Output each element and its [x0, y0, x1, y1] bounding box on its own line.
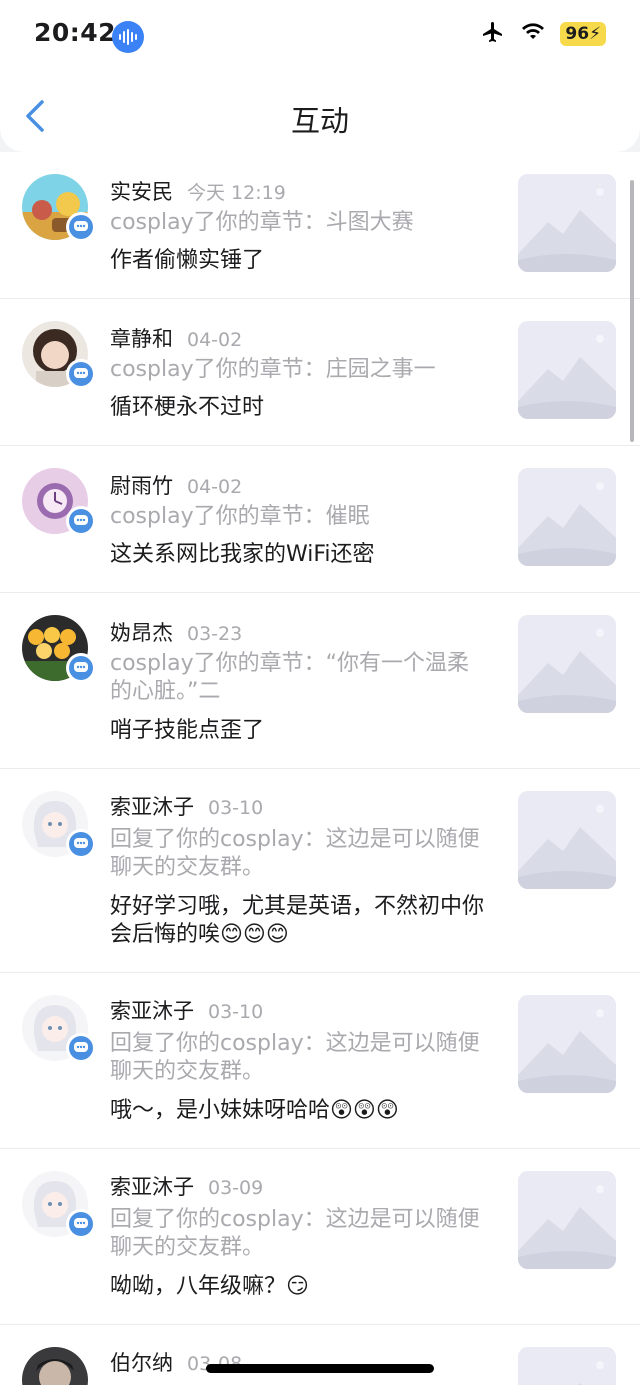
comment-text: 呦呦，八年级嘛？😏	[110, 1274, 309, 1299]
cosplay-thumbnail[interactable]	[518, 1171, 616, 1269]
timestamp: 03-10	[208, 797, 264, 819]
action-text: 回复了你的cosplay：这边是可以随便聊天的交友群。	[110, 1207, 480, 1260]
comment-badge-icon	[66, 653, 96, 683]
scrollbar[interactable]	[630, 180, 634, 442]
list-item[interactable]: 章静和 04-02 cosplay了你的章节：庄园之事一 循环梗永不过时	[0, 299, 640, 446]
comment-badge-icon	[66, 359, 96, 389]
comment-badge-icon	[66, 1209, 96, 1239]
user-name[interactable]: 妫昂杰	[110, 621, 173, 645]
action-text: cosplay了你的章节：庄园之事一	[110, 357, 436, 382]
user-name[interactable]: 伯尔纳	[110, 1351, 173, 1375]
chapter-thumbnail[interactable]	[518, 1347, 616, 1385]
cosplay-thumbnail[interactable]	[518, 791, 616, 889]
chapter-thumbnail[interactable]	[518, 321, 616, 419]
cosplay-thumbnail[interactable]	[518, 995, 616, 1093]
comment-text: 好好学习哦，尤其是英语，不然初中你会后悔的唉😊😊😊	[110, 894, 485, 947]
home-indicator[interactable]	[206, 1364, 434, 1373]
page-title: 互动	[290, 104, 349, 138]
action-text: 回复了你的cosplay：这边是可以随便聊天的交友群。	[110, 1031, 480, 1084]
timestamp: 03-10	[208, 1001, 264, 1023]
status-time: 20:42	[34, 18, 117, 47]
user-name[interactable]: 索亚沐子	[110, 999, 194, 1023]
list-item[interactable]: 尉雨竹 04-02 cosplay了你的章节：催眠 这关系网比我家的WiFi还密	[0, 446, 640, 593]
status-bar: 20:42 96⚡	[0, 0, 640, 72]
action-text: cosplay了你的章节：催眠	[110, 504, 370, 529]
comment-text: 作者偷懒实锤了	[110, 248, 265, 273]
list-item[interactable]: 伯尔纳03-08	[0, 1325, 640, 1385]
sound-wave-icon	[112, 21, 144, 53]
battery-level: 96	[565, 24, 590, 44]
chapter-thumbnail[interactable]	[518, 615, 616, 713]
timestamp: 04-02	[187, 329, 243, 351]
battery-icon: 96⚡	[560, 22, 606, 46]
comment-text: 循环梗永不过时	[110, 395, 265, 420]
comment-text: 这关系网比我家的WiFi还密	[110, 542, 375, 567]
comment-badge-icon	[66, 829, 96, 859]
comment-badge-icon	[66, 506, 96, 536]
user-name[interactable]: 章静和	[110, 327, 173, 351]
action-text: cosplay了你的章节：斗图大赛	[110, 210, 414, 235]
list-item[interactable]: 妫昂杰 03-23 cosplay了你的章节：“你有一个温柔的心脏。”二 哨子技能…	[0, 593, 640, 769]
comment-badge-icon	[66, 1033, 96, 1063]
action-text: cosplay了你的章节：“你有一个温柔的心脏。”二	[110, 651, 469, 704]
timestamp: 今天 12:19	[187, 182, 286, 204]
user-name[interactable]: 索亚沐子	[110, 1175, 194, 1199]
list-item[interactable]: 索亚沐子 03-10 回复了你的cosplay：这边是可以随便聊天的交友群。 好好…	[0, 769, 640, 973]
list-item[interactable]: 索亚沐子 03-10 回复了你的cosplay：这边是可以随便聊天的交友群。 哦～…	[0, 973, 640, 1149]
airplane-icon	[480, 20, 506, 48]
chapter-thumbnail[interactable]	[518, 468, 616, 566]
action-text: 回复了你的cosplay：这边是可以随便聊天的交友群。	[110, 827, 480, 880]
list-item[interactable]: 索亚沐子 03-09 回复了你的cosplay：这边是可以随便聊天的交友群。 呦呦…	[0, 1149, 640, 1325]
user-name[interactable]: 索亚沐子	[110, 795, 194, 819]
timestamp: 04-02	[187, 476, 243, 498]
comment-text: 哨子技能点歪了	[110, 718, 265, 743]
timestamp: 03-09	[208, 1177, 264, 1199]
interaction-list[interactable]: 实安民 今天 12:19 cosplay了你的章节：斗图大赛 作者偷懒实锤了 章静…	[0, 152, 640, 1385]
comment-badge-icon	[66, 212, 96, 242]
wifi-icon	[520, 22, 546, 46]
nav-bar: 互动	[0, 72, 640, 152]
user-name[interactable]: 实安民	[110, 180, 173, 204]
chapter-thumbnail[interactable]	[518, 174, 616, 272]
avatar[interactable]	[22, 1347, 88, 1385]
comment-text: 哦～，是小妹妹呀哈哈😲😲😲	[110, 1098, 399, 1123]
list-item[interactable]: 实安民 今天 12:19 cosplay了你的章节：斗图大赛 作者偷懒实锤了	[0, 152, 640, 299]
user-name[interactable]: 尉雨竹	[110, 474, 173, 498]
timestamp: 03-23	[187, 623, 243, 645]
